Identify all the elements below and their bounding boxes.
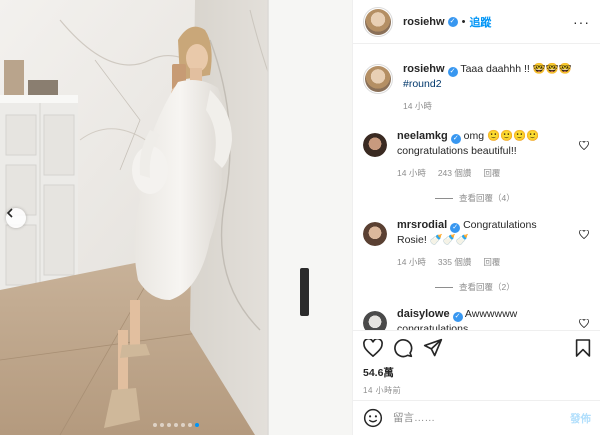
heart-icon[interactable] <box>579 141 589 150</box>
previous-photo-button[interactable] <box>6 208 26 228</box>
comment-text-line2: congratulations <box>397 323 469 330</box>
carousel-dot <box>153 423 157 427</box>
comment-likes[interactable]: 335 個讚 <box>438 255 472 269</box>
commenter-avatar[interactable] <box>363 311 387 330</box>
comment-username[interactable]: mrsrodial <box>397 219 447 231</box>
instagram-post: rosiehw ✓ • 追蹤 ··· rosiehw ✓ Taaa daahhh … <box>0 0 600 435</box>
post-side-panel: rosiehw ✓ • 追蹤 ··· rosiehw ✓ Taaa daahhh … <box>352 0 600 435</box>
more-options-icon[interactable]: ··· <box>573 14 590 30</box>
comment-meta: 14 小時 335 個讚 回覆 <box>397 255 567 269</box>
caption-body: rosiehw ✓ Taaa daahhh !! 🤓🤓🤓 #round2 14 小… <box>403 62 573 113</box>
author-avatar[interactable] <box>363 6 393 37</box>
comment-username[interactable]: daisylowe <box>397 308 450 320</box>
comment-meta: 14 小時 243 個讚 回覆 <box>397 166 567 180</box>
carousel-dot <box>174 423 178 427</box>
reply-button[interactable]: 回覆 <box>483 255 500 269</box>
chevron-left-icon <box>6 208 13 218</box>
comment-neelamkg: neelamkg ✓ omg 🙂🙂🙂🙂 congratulations beaut… <box>363 129 591 180</box>
comment-composer: 發佈 <box>353 400 600 435</box>
comment-text-line2: congratulations beautiful!! <box>397 145 517 157</box>
heart-icon[interactable] <box>579 319 589 328</box>
caption-hashtag[interactable]: #round2 <box>403 78 442 90</box>
action-bar <box>363 331 591 365</box>
comment-body: neelamkg ✓ omg 🙂🙂🙂🙂 congratulations beaut… <box>397 129 567 180</box>
verified-badge-icon: ✓ <box>450 134 461 144</box>
comment-text: Awwwwww <box>464 308 518 320</box>
post-timestamp[interactable]: 14 小時前 <box>363 385 591 396</box>
comment-body: mrsrodial ✓ Congratulations Rosie! 🍼🍼🍼 14… <box>397 218 567 269</box>
carousel-indicator <box>0 423 352 427</box>
author-username[interactable]: rosiehw <box>403 16 445 28</box>
commenter-avatar[interactable] <box>363 133 387 157</box>
carousel-dot <box>160 423 164 427</box>
bookmark-icon[interactable] <box>575 338 591 358</box>
comment-daisylowe: daisylowe ✓ Awwwwww congratulations <box>363 307 591 330</box>
emoji-icon[interactable] <box>363 408 383 428</box>
replies-line <box>435 286 453 288</box>
verified-badge-icon: ✓ <box>447 16 458 27</box>
comments-list[interactable]: rosiehw ✓ Taaa daahhh !! 🤓🤓🤓 #round2 14 小… <box>353 44 600 330</box>
view-replies-label: 查看回覆（2） <box>459 282 515 292</box>
carousel-dot <box>167 423 171 427</box>
replies-line <box>435 197 453 199</box>
verified-badge-icon: ✓ <box>450 223 461 233</box>
photo-illustration <box>0 0 352 435</box>
comment-body: daisylowe ✓ Awwwwww congratulations <box>397 307 567 330</box>
comment-time[interactable]: 14 小時 <box>397 255 426 269</box>
separator: • <box>461 15 466 28</box>
comment-text: Congratulations <box>463 219 537 231</box>
post-actions-section: 54.6萬 14 小時前 <box>353 330 600 396</box>
comment-likes[interactable]: 243 個讚 <box>438 166 472 180</box>
comment-input[interactable] <box>393 412 570 424</box>
follow-button[interactable]: 追蹤 <box>469 14 491 30</box>
view-replies-label: 查看回覆（4） <box>459 193 515 203</box>
post-header: rosiehw ✓ • 追蹤 ··· <box>353 0 600 44</box>
heart-icon[interactable] <box>579 230 589 239</box>
view-replies-button[interactable]: 查看回覆（4） <box>435 192 591 204</box>
carousel-dot <box>181 423 185 427</box>
commenter-avatar[interactable] <box>363 222 387 246</box>
post-photo[interactable] <box>0 0 352 435</box>
comment-username[interactable]: neelamkg <box>397 130 448 142</box>
caption-meta: 14 小時 <box>403 99 573 113</box>
verified-badge-icon: ✓ <box>452 312 463 322</box>
likes-count[interactable]: 54.6萬 <box>363 365 591 380</box>
caption: rosiehw ✓ Taaa daahhh !! 🤓🤓🤓 #round2 14 小… <box>363 62 591 113</box>
comment-time[interactable]: 14 小時 <box>397 166 426 180</box>
comment-icon[interactable] <box>393 338 413 358</box>
caption-text: Taaa daahhh !! 🤓🤓🤓 <box>460 63 572 75</box>
post-comment-button[interactable]: 發佈 <box>570 411 591 426</box>
view-replies-button[interactable]: 查看回覆（2） <box>435 281 591 293</box>
share-icon[interactable] <box>423 338 443 358</box>
comment-text-line2: Rosie! 🍼🍼🍼 <box>397 234 469 246</box>
caption-time[interactable]: 14 小時 <box>403 99 432 113</box>
heart-icon[interactable] <box>363 339 383 357</box>
caption-username[interactable]: rosiehw <box>403 63 445 75</box>
carousel-dot <box>188 423 192 427</box>
verified-badge-icon: ✓ <box>447 67 458 77</box>
carousel-dot <box>195 423 199 427</box>
caption-avatar[interactable] <box>363 64 393 94</box>
comment-text: omg 🙂🙂🙂🙂 <box>463 130 540 142</box>
comment-mrsrodial: mrsrodial ✓ Congratulations Rosie! 🍼🍼🍼 14… <box>363 218 591 269</box>
reply-button[interactable]: 回覆 <box>483 166 500 180</box>
